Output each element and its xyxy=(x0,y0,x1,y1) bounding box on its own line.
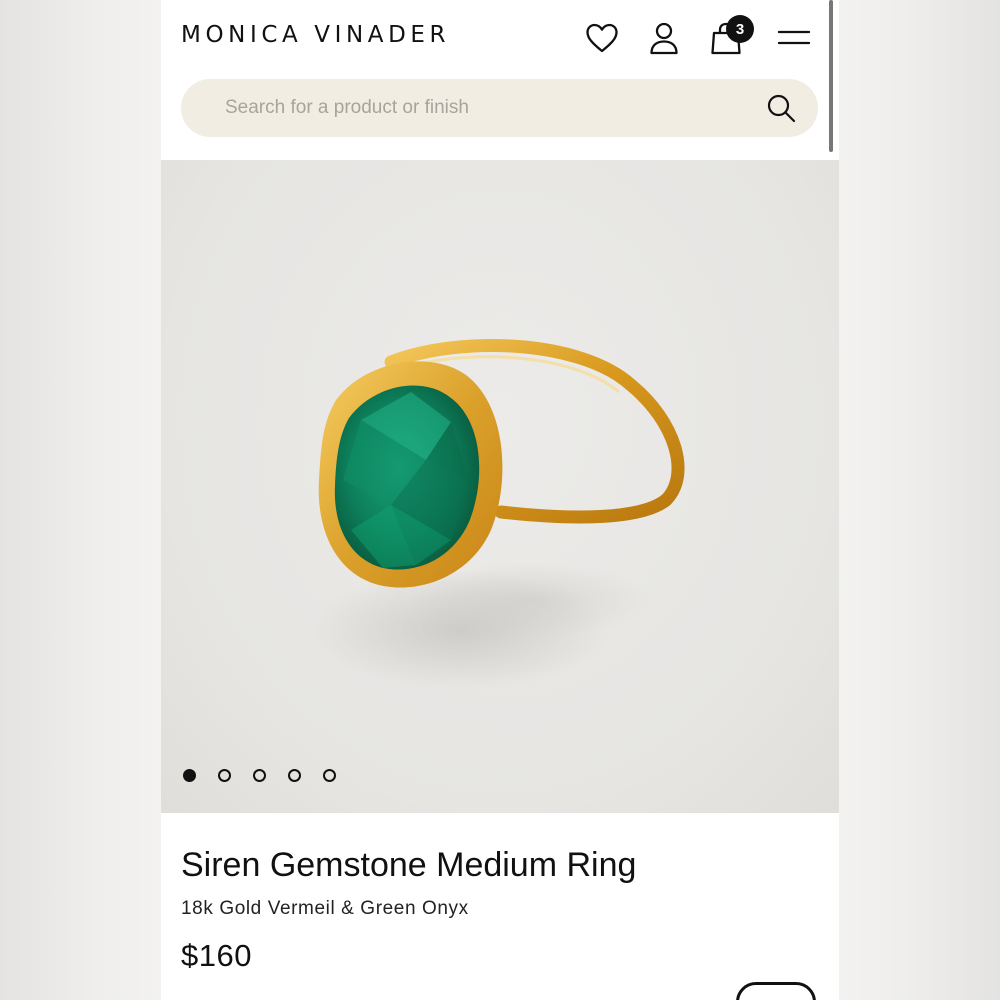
ring-image xyxy=(311,338,685,690)
product-material: 18k Gold Vermeil & Green Onyx xyxy=(181,898,469,919)
background-left xyxy=(0,0,161,1000)
product-image-gallery[interactable] xyxy=(161,160,839,813)
gallery-dot[interactable] xyxy=(183,769,196,782)
gallery-dot[interactable] xyxy=(288,769,301,782)
brand-logo[interactable]: MONICA VINADER xyxy=(181,22,450,48)
gallery-dot[interactable] xyxy=(253,769,266,782)
chat-button[interactable] xyxy=(736,982,816,1000)
user-icon[interactable] xyxy=(646,20,682,56)
search-icon[interactable] xyxy=(766,93,796,123)
heart-icon[interactable] xyxy=(584,20,620,56)
search-input[interactable] xyxy=(223,96,766,120)
gallery-dot[interactable] xyxy=(323,769,336,782)
menu-icon[interactable] xyxy=(776,20,812,56)
site-header: MONICA VINADER 3 xyxy=(161,0,839,160)
product-title: Siren Gemstone Medium Ring xyxy=(181,846,637,884)
background-right xyxy=(839,0,1000,1000)
phone-screen: MONICA VINADER 3 Search for a product or… xyxy=(161,0,839,1000)
gallery-pagination xyxy=(183,769,336,782)
scrollbar[interactable] xyxy=(829,0,833,152)
bag-count-badge: 3 xyxy=(726,15,754,43)
product-price: $160 xyxy=(181,938,252,973)
search-bar[interactable] xyxy=(181,79,818,137)
gallery-dot[interactable] xyxy=(218,769,231,782)
